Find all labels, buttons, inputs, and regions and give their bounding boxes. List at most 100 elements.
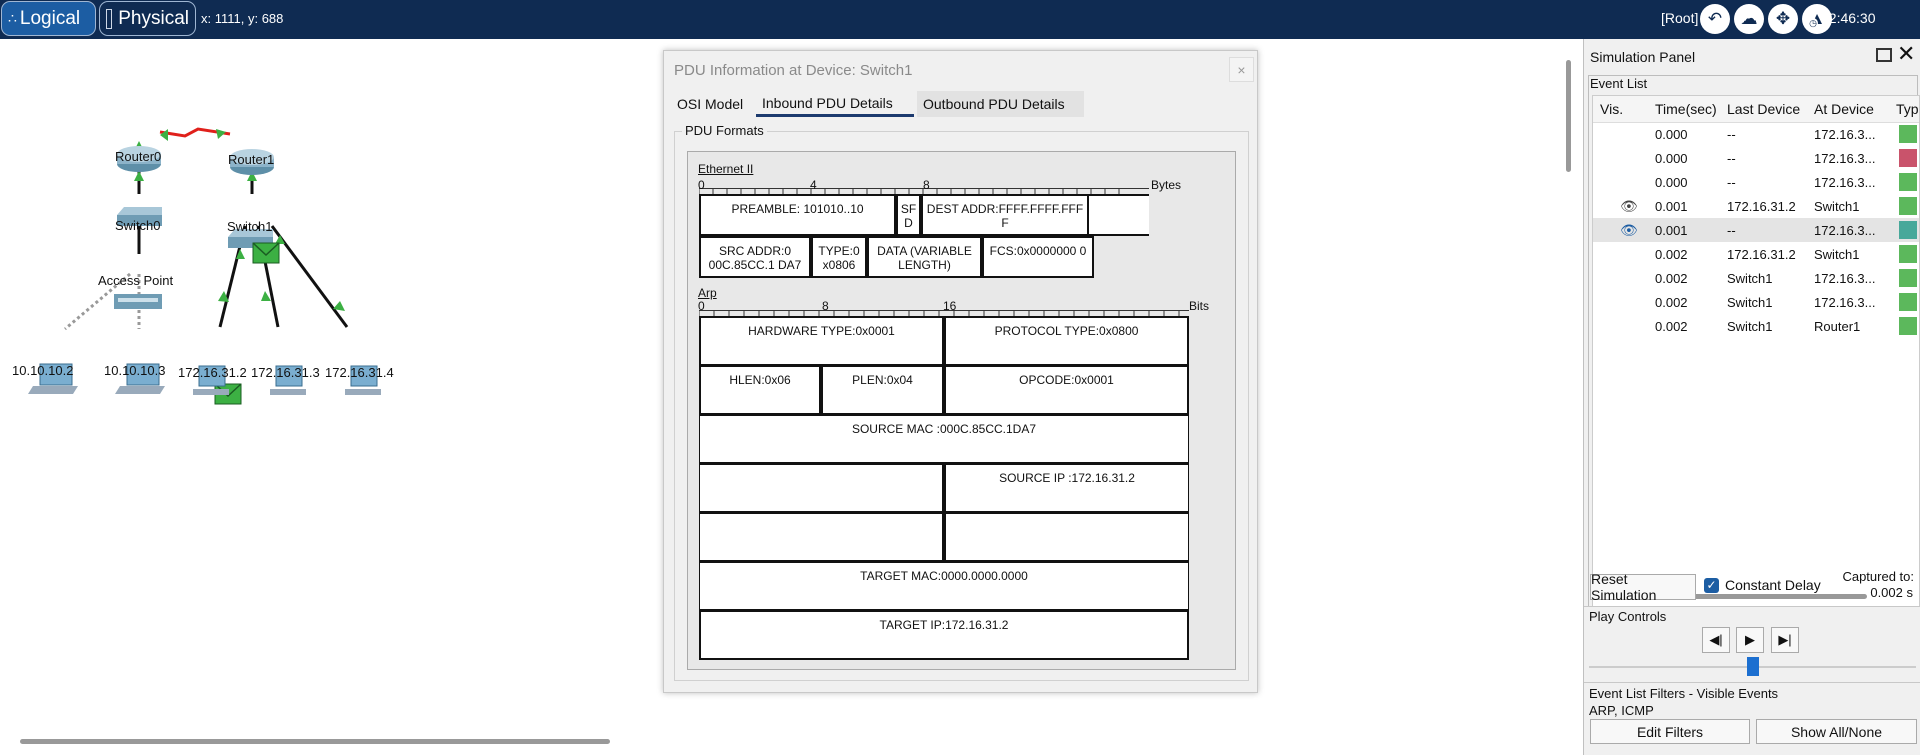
column-header[interactable]: Time(sec)	[1655, 96, 1717, 122]
table-row[interactable]: 0.000 -- 172.16.3...	[1593, 122, 1919, 146]
coordinate-readout: x: 1111, y: 688	[201, 11, 284, 26]
pc-label: 10.10.10.2	[12, 363, 74, 378]
event-last-device: --	[1727, 175, 1736, 190]
constant-delay-label: Constant Delay	[1725, 577, 1821, 593]
group-title: PDU Formats	[682, 123, 767, 138]
event-time: 0.001	[1655, 223, 1688, 238]
vertical-scrollbar[interactable]	[1566, 60, 1571, 172]
field-protocol-type: PROTOCOL TYPE:0x0800	[944, 316, 1189, 366]
switch1-label: Switch1	[227, 219, 273, 234]
field-plen: PLEN:0x04	[821, 365, 944, 415]
captured-value: 0.002 s	[1870, 585, 1913, 600]
reset-simulation-button[interactable]: Reset Simulation	[1590, 571, 1696, 603]
field-dest-addr: DEST ADDR:FFFF.FFFF.FFF F	[921, 194, 1089, 236]
play-button[interactable]: ▶	[1736, 627, 1764, 653]
table-row[interactable]: 0.000 -- 172.16.3...	[1593, 170, 1919, 194]
logical-icon: ∴	[8, 10, 17, 26]
table-row[interactable]: 0.000 -- 172.16.3...	[1593, 146, 1919, 170]
event-type-color	[1899, 317, 1917, 335]
column-header[interactable]: Vis.	[1600, 96, 1623, 122]
table-row[interactable]: 0.002 Switch1 172.16.3...	[1593, 290, 1919, 314]
table-row[interactable]: 0.002 Switch1 172.16.3...	[1593, 266, 1919, 290]
divider	[1584, 682, 1920, 683]
scale-tick-label: 0	[698, 299, 705, 313]
access-point-label: Access Point	[98, 273, 174, 288]
event-time: 0.000	[1655, 175, 1688, 190]
field-sfd: SF D	[896, 194, 921, 236]
field-fcs: FCS:0x0000000 0	[982, 236, 1094, 278]
cloud-icon[interactable]: ☁	[1734, 4, 1764, 34]
field-target-mac-part	[944, 512, 1189, 562]
event-at-device: 172.16.3...	[1814, 223, 1876, 238]
field-type: TYPE:0 x0806	[811, 236, 867, 278]
event-at-device: Router1	[1814, 319, 1861, 334]
captured-label: Captured to:	[1842, 569, 1914, 584]
event-last-device: --	[1727, 223, 1736, 238]
back-arrow-icon[interactable]: ↶	[1700, 4, 1730, 34]
arp-header-label: Arp	[698, 286, 717, 300]
step-back-button[interactable]: ◀|	[1702, 627, 1730, 653]
logical-view-button[interactable]: ∴ Logical	[1, 1, 96, 36]
table-row[interactable]: 👁 0.001 172.16.31.2 Switch1	[1593, 194, 1919, 218]
scale-tick-label: 8	[923, 178, 930, 192]
event-last-device: Switch1	[1727, 271, 1773, 286]
pdu-format-area: Ethernet II 0 4 8 Bytes PREAMBLE: 101010…	[687, 151, 1236, 670]
event-type-color	[1899, 293, 1917, 311]
horizontal-scrollbar[interactable]	[20, 739, 610, 744]
field-source-mac: SOURCE MAC :000C.85CC.1DA7	[699, 414, 1189, 464]
table-row-selected[interactable]: 👁 0.001 -- 172.16.3...	[1593, 218, 1919, 242]
field-src-addr: SRC ADDR:0 00C.85CC.1 DA7	[699, 236, 811, 278]
ethernet-header-label: Ethernet II	[698, 162, 754, 176]
event-time: 0.002	[1655, 271, 1688, 286]
edit-filters-button[interactable]: Edit Filters	[1590, 719, 1750, 744]
physical-view-button[interactable]: Physical	[99, 1, 196, 36]
tab-inbound-pdu-details[interactable]: Inbound PDU Details	[756, 91, 914, 117]
undock-icon[interactable]	[1876, 48, 1892, 62]
event-at-device: 172.16.3...	[1814, 271, 1876, 286]
table-row[interactable]: 0.002 Switch1 Router1	[1593, 314, 1919, 338]
move-icon[interactable]: ✥	[1768, 4, 1798, 34]
speed-slider-thumb[interactable]	[1747, 657, 1759, 676]
column-header[interactable]: At Device	[1814, 96, 1874, 122]
switch0-label: Switch0	[115, 218, 161, 233]
field-preamble: PREAMBLE: 101010..10	[699, 194, 896, 236]
event-time: 0.001	[1655, 199, 1688, 214]
eye-icon[interactable]: 👁	[1620, 222, 1640, 238]
event-last-device: 172.16.31.2	[1727, 199, 1796, 214]
pc-label: 10.10.10.3	[104, 363, 166, 378]
event-at-device: Switch1	[1814, 247, 1860, 262]
event-last-device: 172.16.31.2	[1727, 247, 1796, 262]
close-icon[interactable]: ×	[1229, 57, 1254, 82]
event-last-device: --	[1727, 127, 1736, 142]
event-type-color	[1899, 125, 1917, 143]
pc-label: 172.16.31.4	[325, 365, 394, 380]
scale-tick-label: 0	[698, 178, 705, 192]
panel-title: Simulation Panel	[1590, 49, 1696, 65]
eye-icon[interactable]: 👁	[1620, 198, 1640, 214]
root-label[interactable]: [Root]	[1661, 10, 1698, 26]
close-icon[interactable]: ✕	[1897, 43, 1915, 65]
pc-label: 172.16.31.2	[178, 365, 247, 380]
field-opcode: OPCODE:0x0001	[944, 365, 1189, 415]
dialog-title: PDU Information at Device: Switch1	[674, 62, 913, 79]
scale-tick-label: 16	[943, 299, 957, 313]
pc-label: 172.16.31.3	[251, 365, 320, 380]
column-header[interactable]: Typ	[1896, 96, 1919, 122]
event-time: 0.000	[1655, 127, 1688, 142]
table-row[interactable]: 0.002 172.16.31.2 Switch1	[1593, 242, 1919, 266]
event-at-device: 172.16.3...	[1814, 295, 1876, 310]
event-type-color	[1899, 269, 1917, 287]
play-controls-label: Play Controls	[1589, 609, 1667, 624]
constant-delay-checkbox[interactable]: ✓	[1704, 578, 1719, 593]
tab-osi-model[interactable]: OSI Model	[671, 91, 753, 117]
show-all-none-button[interactable]: Show All/None	[1756, 719, 1917, 744]
column-header[interactable]: Last Device	[1727, 96, 1800, 122]
tab-outbound-pdu-details[interactable]: Outbound PDU Details	[917, 91, 1084, 117]
event-at-device: Switch1	[1814, 199, 1860, 214]
step-forward-button[interactable]: ▶|	[1771, 627, 1799, 653]
event-rows: 0.000 -- 172.16.3... 0.000 -- 172.16.3..…	[1593, 122, 1919, 606]
router1-label: Router1	[228, 152, 275, 167]
clock-time: 12:46:30	[1821, 10, 1876, 26]
top-toolbar: ∴ Logical Physical x: 1111, y: 688 [Root…	[0, 0, 1920, 39]
event-list-table[interactable]: Vis. Time(sec) Last Device At Device Typ…	[1592, 95, 1920, 607]
